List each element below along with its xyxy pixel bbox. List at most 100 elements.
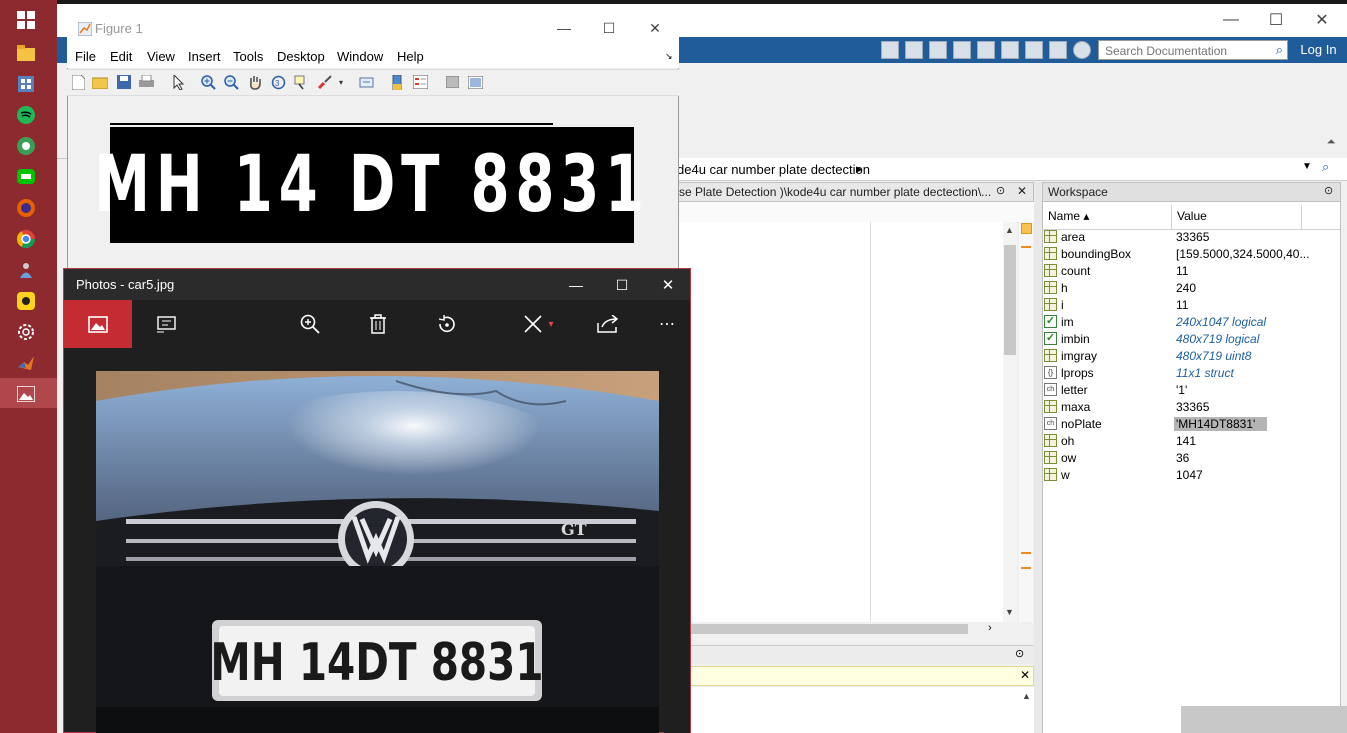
analyzer-status-icon[interactable]: [1021, 223, 1032, 234]
search-documentation-field[interactable]: ⌕: [1098, 40, 1288, 60]
cmd-scroll-up-icon[interactable]: ▲: [1022, 691, 1031, 701]
toolbar-icon-1[interactable]: [881, 41, 899, 59]
chrome-alt-icon[interactable]: [16, 136, 36, 156]
matlab-close-button[interactable]: ✕: [1299, 5, 1345, 35]
firefox-icon[interactable]: [16, 198, 36, 218]
editor-options-icon[interactable]: ⊙: [996, 184, 1005, 197]
workspace-variable-row[interactable]: w 1047: [1043, 467, 1340, 484]
workspace-variable-row[interactable]: ow 36: [1043, 450, 1340, 467]
delete-icon[interactable]: [366, 312, 390, 336]
dock-figure-icon[interactable]: ↘: [665, 51, 673, 62]
paste-icon[interactable]: [977, 41, 995, 59]
share-icon[interactable]: [596, 312, 620, 336]
workspace-variable-row[interactable]: ch letter '1': [1043, 382, 1340, 399]
scroll-down-icon[interactable]: ▼: [1005, 607, 1014, 617]
brush-dropdown-icon[interactable]: ▾: [336, 74, 346, 90]
matlab-maximize-button[interactable]: ☐: [1253, 5, 1299, 35]
path-chevron-icon[interactable]: ▸: [856, 161, 863, 177]
menu-file[interactable]: File: [75, 49, 96, 64]
column-divider[interactable]: [1171, 205, 1172, 229]
figure-minimize-button[interactable]: —: [541, 13, 587, 43]
menu-insert[interactable]: Insert: [188, 49, 221, 64]
show-plot-tools-icon[interactable]: [467, 74, 483, 90]
file-explorer-icon[interactable]: [16, 43, 36, 63]
menu-tools[interactable]: Tools: [233, 49, 263, 64]
panel-splitter[interactable]: [1034, 182, 1042, 733]
undo-icon[interactable]: [1001, 41, 1019, 59]
workspace-variable-row[interactable]: maxa 33365: [1043, 399, 1340, 416]
warning-marker[interactable]: [1021, 552, 1031, 554]
menu-window[interactable]: Window: [337, 49, 383, 64]
menu-edit[interactable]: Edit: [110, 49, 132, 64]
save-figure-icon[interactable]: [116, 74, 132, 90]
photos-maximize-button[interactable]: ☐: [599, 270, 645, 300]
workspace-options-icon[interactable]: ⊙: [1324, 184, 1333, 197]
link-plot-icon[interactable]: [358, 74, 374, 90]
photos-minimize-button[interactable]: —: [553, 270, 599, 300]
switch-windows-icon[interactable]: [1049, 41, 1067, 59]
slideshow-icon[interactable]: [154, 312, 178, 336]
menu-desktop[interactable]: Desktop: [277, 49, 325, 64]
workspace-variable-row[interactable]: oh 141: [1043, 433, 1340, 450]
name-column-header[interactable]: Name ▴: [1048, 209, 1089, 223]
workspace-variable-row[interactable]: ch noPlate 'MH14DT8831': [1043, 416, 1340, 433]
line-chat-icon[interactable]: [16, 167, 36, 187]
notification-close-icon[interactable]: ✕: [1020, 668, 1030, 682]
legend-icon[interactable]: [412, 74, 428, 90]
copy-icon[interactable]: [953, 41, 971, 59]
value-column-header[interactable]: Value: [1177, 209, 1207, 223]
search-icon[interactable]: ⌕: [1276, 42, 1283, 58]
zoom-out-icon[interactable]: [223, 74, 239, 90]
zoom-icon[interactable]: [298, 312, 322, 336]
path-dropdown-icon[interactable]: ▼: [1302, 161, 1312, 172]
photos-app-icon[interactable]: [16, 384, 36, 404]
person-app-icon[interactable]: [16, 260, 36, 280]
edit-create-icon[interactable]: [521, 312, 545, 336]
windows-start-icon[interactable]: [16, 10, 36, 30]
editor-close-icon[interactable]: ✕: [1017, 184, 1027, 198]
browse-folder-search-icon[interactable]: ⌕: [1322, 159, 1329, 175]
warning-marker[interactable]: [1021, 246, 1031, 248]
command-window[interactable]: ▲: [668, 687, 1034, 733]
scroll-up-icon[interactable]: ▲: [1005, 225, 1014, 235]
save-icon[interactable]: [905, 41, 923, 59]
rotate-3d-icon[interactable]: 3: [270, 74, 286, 90]
settings-gear-icon[interactable]: [16, 322, 36, 342]
collapse-toolstrip-icon[interactable]: ⏶: [1324, 136, 1338, 148]
colorbar-icon[interactable]: [389, 74, 405, 90]
hide-plot-tools-icon[interactable]: [444, 74, 460, 90]
edit-dropdown-icon[interactable]: ▾: [545, 312, 557, 336]
rotate-icon[interactable]: [434, 312, 458, 336]
search-input[interactable]: [1103, 42, 1267, 60]
workspace-variable-row[interactable]: area 33365: [1043, 229, 1340, 246]
menu-view[interactable]: View: [147, 49, 175, 64]
data-cursor-icon[interactable]: [293, 74, 309, 90]
workspace-variable-row[interactable]: boundingBox [159.5000,324.5000,40...: [1043, 246, 1340, 263]
column-divider[interactable]: [1301, 205, 1302, 229]
print-icon[interactable]: [138, 74, 154, 90]
current-folder-bar[interactable]: de4u car number plate dectection ▸ ▼ ⌕: [668, 158, 1347, 181]
workspace-variable-row[interactable]: ✓ im 240x1047 logical: [1043, 314, 1340, 331]
open-file-icon[interactable]: [92, 74, 108, 90]
more-options-icon[interactable]: ⋯: [655, 312, 679, 336]
scroll-right-icon[interactable]: ›: [988, 622, 992, 634]
login-button[interactable]: Log In: [1296, 40, 1341, 60]
editor-area[interactable]: [668, 222, 1008, 622]
yellow-app-icon[interactable]: [16, 291, 36, 311]
workspace-variable-row[interactable]: i 11: [1043, 297, 1340, 314]
warning-marker[interactable]: [1021, 567, 1031, 569]
workspace-variable-row[interactable]: ✓ imbin 480x719 logical: [1043, 331, 1340, 348]
spotify-icon[interactable]: [16, 105, 36, 125]
new-figure-icon[interactable]: [70, 74, 86, 90]
editor-scroll-thumb[interactable]: [1004, 245, 1016, 355]
redo-icon[interactable]: [1025, 41, 1043, 59]
help-icon[interactable]: [1073, 41, 1091, 59]
photo-gallery-icon[interactable]: [86, 312, 110, 336]
figure-close-button[interactable]: ✕: [632, 13, 678, 43]
editor-horizontal-thumb[interactable]: [690, 624, 968, 634]
app-grid-icon[interactable]: [16, 74, 36, 94]
cut-icon[interactable]: [929, 41, 947, 59]
menu-help[interactable]: Help: [397, 49, 424, 64]
command-window-options-icon[interactable]: ⊙: [1015, 647, 1024, 660]
workspace-variable-row[interactable]: {} lprops 11x1 struct: [1043, 365, 1340, 382]
